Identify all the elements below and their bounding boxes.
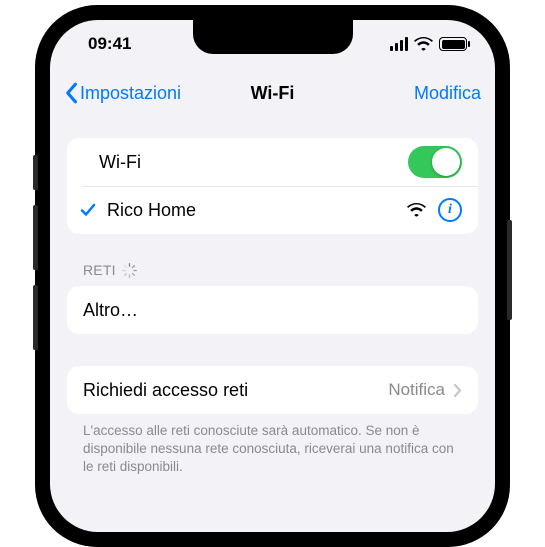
wifi-label: Wi-Fi xyxy=(99,152,408,173)
volume-up xyxy=(33,205,38,270)
power-button xyxy=(507,220,512,320)
networks-header: RETI xyxy=(67,234,478,286)
wifi-signal-icon xyxy=(407,203,426,217)
other-network-label: Altro… xyxy=(83,300,462,321)
wifi-toggle-row: Wi-Fi xyxy=(67,138,478,186)
networks-group: Altro… xyxy=(67,286,478,334)
info-button[interactable]: i xyxy=(438,198,462,222)
chevron-left-icon xyxy=(64,82,78,104)
cellular-icon xyxy=(390,37,409,51)
ask-group: Richiedi accesso reti Notifica xyxy=(67,366,478,414)
notch xyxy=(193,20,353,54)
back-button[interactable]: Impostazioni xyxy=(64,82,181,104)
mute-switch xyxy=(33,155,38,190)
edit-button[interactable]: Modifica xyxy=(414,83,481,104)
wifi-toggle[interactable] xyxy=(408,146,462,178)
status-time: 09:41 xyxy=(88,34,131,54)
checkmark-icon xyxy=(79,201,99,219)
ask-footer-text: L'accesso alle reti conosciute sarà auto… xyxy=(67,414,478,477)
other-network-row[interactable]: Altro… xyxy=(67,286,478,334)
chevron-right-icon xyxy=(453,383,462,398)
ask-to-join-row[interactable]: Richiedi accesso reti Notifica xyxy=(67,366,478,414)
navigation-bar: Impostazioni Wi-Fi Modifica xyxy=(50,68,495,118)
spinner-icon xyxy=(122,263,137,278)
wifi-group: Wi-Fi Rico Home i xyxy=(67,138,478,234)
ask-value: Notifica xyxy=(388,380,445,400)
phone-frame: 09:41 Impostazioni Wi-Fi Modifica Wi-Fi xyxy=(35,5,510,547)
networks-header-label: RETI xyxy=(83,262,116,278)
battery-icon xyxy=(439,37,467,51)
connected-network-name: Rico Home xyxy=(107,200,407,221)
connected-network-row[interactable]: Rico Home i xyxy=(67,186,478,234)
ask-label: Richiedi accesso reti xyxy=(83,380,388,401)
wifi-status-icon xyxy=(414,37,433,51)
volume-down xyxy=(33,285,38,350)
back-label: Impostazioni xyxy=(80,83,181,104)
